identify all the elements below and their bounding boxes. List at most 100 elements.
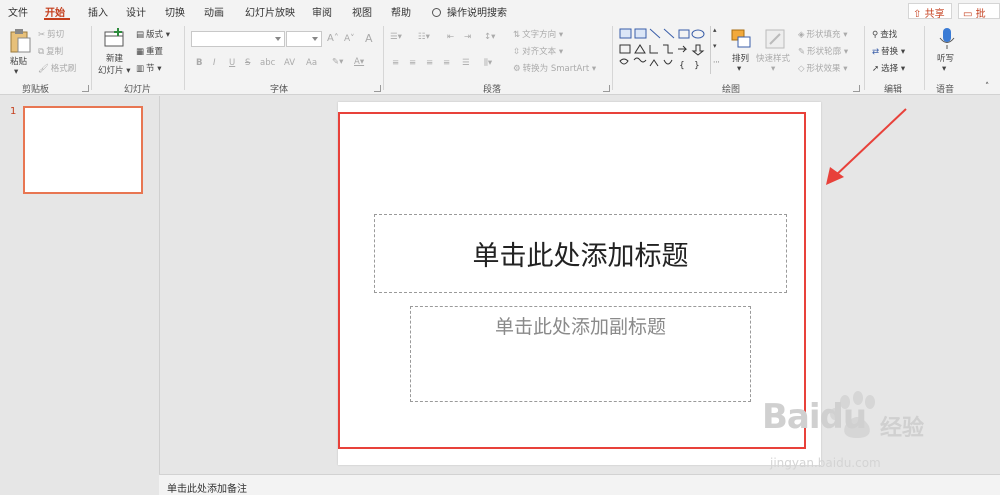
reset-button[interactable]: ▦ 重置 [136,45,163,58]
tab-home[interactable]: 开始 [45,4,65,19]
font-name-combobox[interactable] [191,31,285,47]
italic-button[interactable]: I [213,58,216,68]
dictate-dropdown-icon[interactable]: ▾ [942,64,946,74]
new-slide-button[interactable]: 新建 [106,52,123,64]
tab-design[interactable]: 设计 [126,4,146,19]
replace-button[interactable]: ⇄ 替换 ▾ [872,45,905,58]
tell-me-search[interactable]: 操作说明搜索 [432,4,507,19]
change-case-button[interactable]: Aa [306,58,317,68]
grow-font-button[interactable]: A˄ [327,33,339,44]
tab-animations[interactable]: 动画 [204,4,224,19]
columns-icon[interactable]: ⫼▾ [484,58,492,68]
microphone-icon[interactable] [938,27,956,54]
paste-button[interactable]: 粘贴 [10,55,27,67]
drawing-launcher-icon[interactable] [853,85,860,92]
clipboard-launcher-icon[interactable] [82,85,89,92]
search-icon [432,8,441,17]
select-button[interactable]: ➚ 选择 ▾ [872,62,905,75]
section-button[interactable]: ▥ 节 ▾ [136,62,162,75]
smartart-icon: ⚙ [513,63,521,74]
new-slide-icon[interactable] [103,27,125,52]
strikethrough-button[interactable]: S [245,58,250,68]
section-icon: ▥ [136,63,145,74]
cut-label: 剪切 [47,30,65,40]
effects-icon: ◇ [798,63,805,74]
paste-icon[interactable] [8,28,32,57]
quick-styles-dropdown-icon[interactable]: ▾ [771,64,775,74]
find-button[interactable]: ⚲ 查找 [872,28,897,41]
justify-icon[interactable]: ≡ [443,58,450,68]
svg-text:}: } [694,61,700,71]
format-painter-button[interactable]: 🖌 格式刷 [38,62,76,75]
align-text-button[interactable]: ⇳ 对齐文本 ▾ [513,45,563,58]
group-label-editing: 编辑 [884,85,903,95]
shape-fill-button[interactable]: ◈ 形状填充 ▾ [798,28,848,41]
subtitle-placeholder[interactable]: 单击此处添加副标题 [410,306,751,402]
title-placeholder[interactable]: 单击此处添加标题 [374,214,787,293]
tab-view[interactable]: 视图 [352,4,372,19]
share-button[interactable]: ⇧ 共享 [908,3,952,20]
cursor-icon: ➚ [872,63,880,74]
copy-button[interactable]: ⧉ 复制 [38,45,63,58]
bullets-icon[interactable]: ☰▾ [390,32,402,42]
more-icon[interactable]: ⋯ [713,58,720,66]
paragraph-launcher-icon[interactable] [603,85,610,92]
layout-button[interactable]: ▤ 版式 ▾ [136,28,170,41]
increase-indent-icon[interactable]: ⇥ [464,32,471,42]
shapes-gallery-scroll[interactable]: ▴ ▾ ⋯ [710,26,722,74]
notes-pane[interactable]: 单击此处添加备注 [159,474,1000,495]
bold-button[interactable]: B [196,58,202,68]
new-slide-dropdown[interactable]: 幻灯片 ▾ [98,64,130,76]
font-size-combobox[interactable] [286,31,322,47]
arrange-icon[interactable] [730,28,752,53]
slide-thumbnail[interactable] [23,106,143,194]
clear-format-label: A [365,32,373,45]
tab-slideshow[interactable]: 幻灯片放映 [245,4,295,19]
tab-help[interactable]: 帮助 [391,4,411,19]
chevron-down-icon[interactable]: ▾ [713,42,717,50]
line-spacing-icon[interactable]: ↕▾ [484,32,495,42]
cut-button[interactable]: ✂ 剪切 [38,28,65,41]
search-icon: ⚲ [872,29,879,40]
title-placeholder-text: 单击此处添加标题 [472,241,689,272]
arrange-button[interactable]: 排列 [732,52,749,64]
distributed-icon[interactable]: ☰ [462,58,470,68]
shape-outline-button[interactable]: ✎ 形状轮廓 ▾ [798,45,848,58]
quick-styles-icon[interactable] [764,28,786,53]
align-left-icon[interactable]: ≡ [392,58,399,68]
text-direction-button[interactable]: ⇅ 文字方向 ▾ [513,28,563,41]
comments-button[interactable]: ▭ 批注 [958,3,1000,35]
align-right-icon[interactable]: ≡ [426,58,433,68]
clear-format-button[interactable]: A [365,32,373,45]
decrease-indent-icon[interactable]: ⇤ [447,32,454,42]
char-spacing-button[interactable]: AV [284,58,295,68]
group-divider [91,26,92,90]
shadow-button[interactable]: abc [260,58,275,68]
subtitle-placeholder-text: 单击此处添加副标题 [494,316,666,338]
shape-fill-label: 形状填充 [806,30,841,40]
font-launcher-icon[interactable] [374,85,381,92]
font-color-icon[interactable]: A▾ [354,57,364,67]
chevron-up-icon[interactable]: ▴ [713,26,717,34]
underline-button[interactable]: U [229,58,235,68]
dictate-button[interactable]: 听写 [937,52,954,64]
smartart-button[interactable]: ⚙ 转换为 SmartArt ▾ [513,62,596,75]
quick-styles-button[interactable]: 快速样式 [756,52,790,64]
tab-insert[interactable]: 插入 [88,4,108,19]
tab-transitions[interactable]: 切换 [165,4,185,19]
svg-text:{: { [679,61,685,71]
collapse-ribbon-icon[interactable]: ˄ [985,82,989,92]
shape-effects-button[interactable]: ◇ 形状效果 ▾ [798,62,848,75]
shrink-font-button[interactable]: A˅ [344,34,355,44]
paste-dropdown-icon[interactable]: ▾ [14,67,18,77]
highlight-icon[interactable]: ✎▾ [332,57,343,67]
watermark-brand: Baidu [762,397,867,437]
tab-review[interactable]: 审阅 [312,4,332,19]
align-center-icon[interactable]: ≡ [409,58,416,68]
numbering-icon[interactable]: ☷▾ [418,32,430,42]
group-label-voice: 语音 [936,85,955,95]
shapes-gallery[interactable]: { } [618,26,722,74]
arrange-dropdown-icon[interactable]: ▾ [737,64,741,74]
align-text-icon: ⇳ [513,46,521,57]
tab-file[interactable]: 文件 [8,4,28,19]
